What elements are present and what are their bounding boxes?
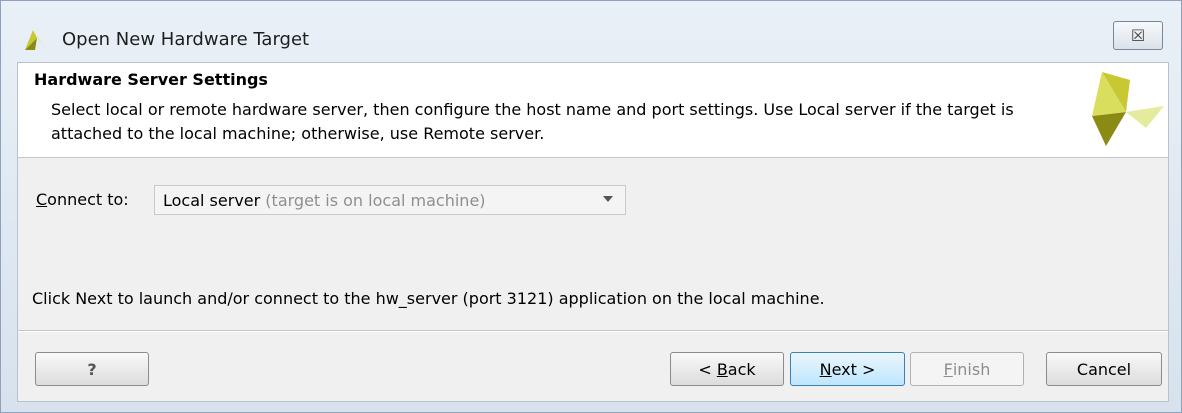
dialog-content: Hardware Server Settings Select local or… [17, 62, 1169, 402]
connect-to-label: Connect to: [36, 190, 129, 209]
chevron-down-icon[interactable] [603, 196, 613, 202]
page-description: Select local or remote hardware server, … [51, 100, 1014, 143]
wizard-header: Hardware Server Settings Select local or… [18, 63, 1168, 158]
cancel-button[interactable]: Cancel [1046, 352, 1162, 386]
window-title: Open New Hardware Target [62, 29, 310, 50]
app-logo-icon [25, 30, 45, 50]
footer-divider [18, 330, 1168, 332]
close-button[interactable]: ☒ [1113, 21, 1163, 50]
title-bar[interactable]: Open New Hardware Target ☒ [1, 1, 1181, 61]
help-button[interactable]: ? [35, 352, 149, 386]
next-button[interactable]: Next > [790, 352, 905, 386]
info-message: Click Next to launch and/or connect to t… [32, 289, 825, 308]
xilinx-logo-icon [1092, 72, 1164, 146]
selected-server: Local server [163, 191, 261, 210]
close-icon: ☒ [1130, 26, 1146, 45]
back-button[interactable]: < Back [670, 352, 784, 386]
dialog-window: Open New Hardware Target ☒ Hardware Serv… [0, 0, 1182, 413]
page-title: Hardware Server Settings [34, 70, 268, 89]
finish-button[interactable]: Finish [910, 352, 1024, 386]
selected-server-hint: (target is on local machine) [265, 191, 486, 210]
connect-to-dropdown[interactable]: Local server (target is on local machine… [154, 185, 626, 215]
